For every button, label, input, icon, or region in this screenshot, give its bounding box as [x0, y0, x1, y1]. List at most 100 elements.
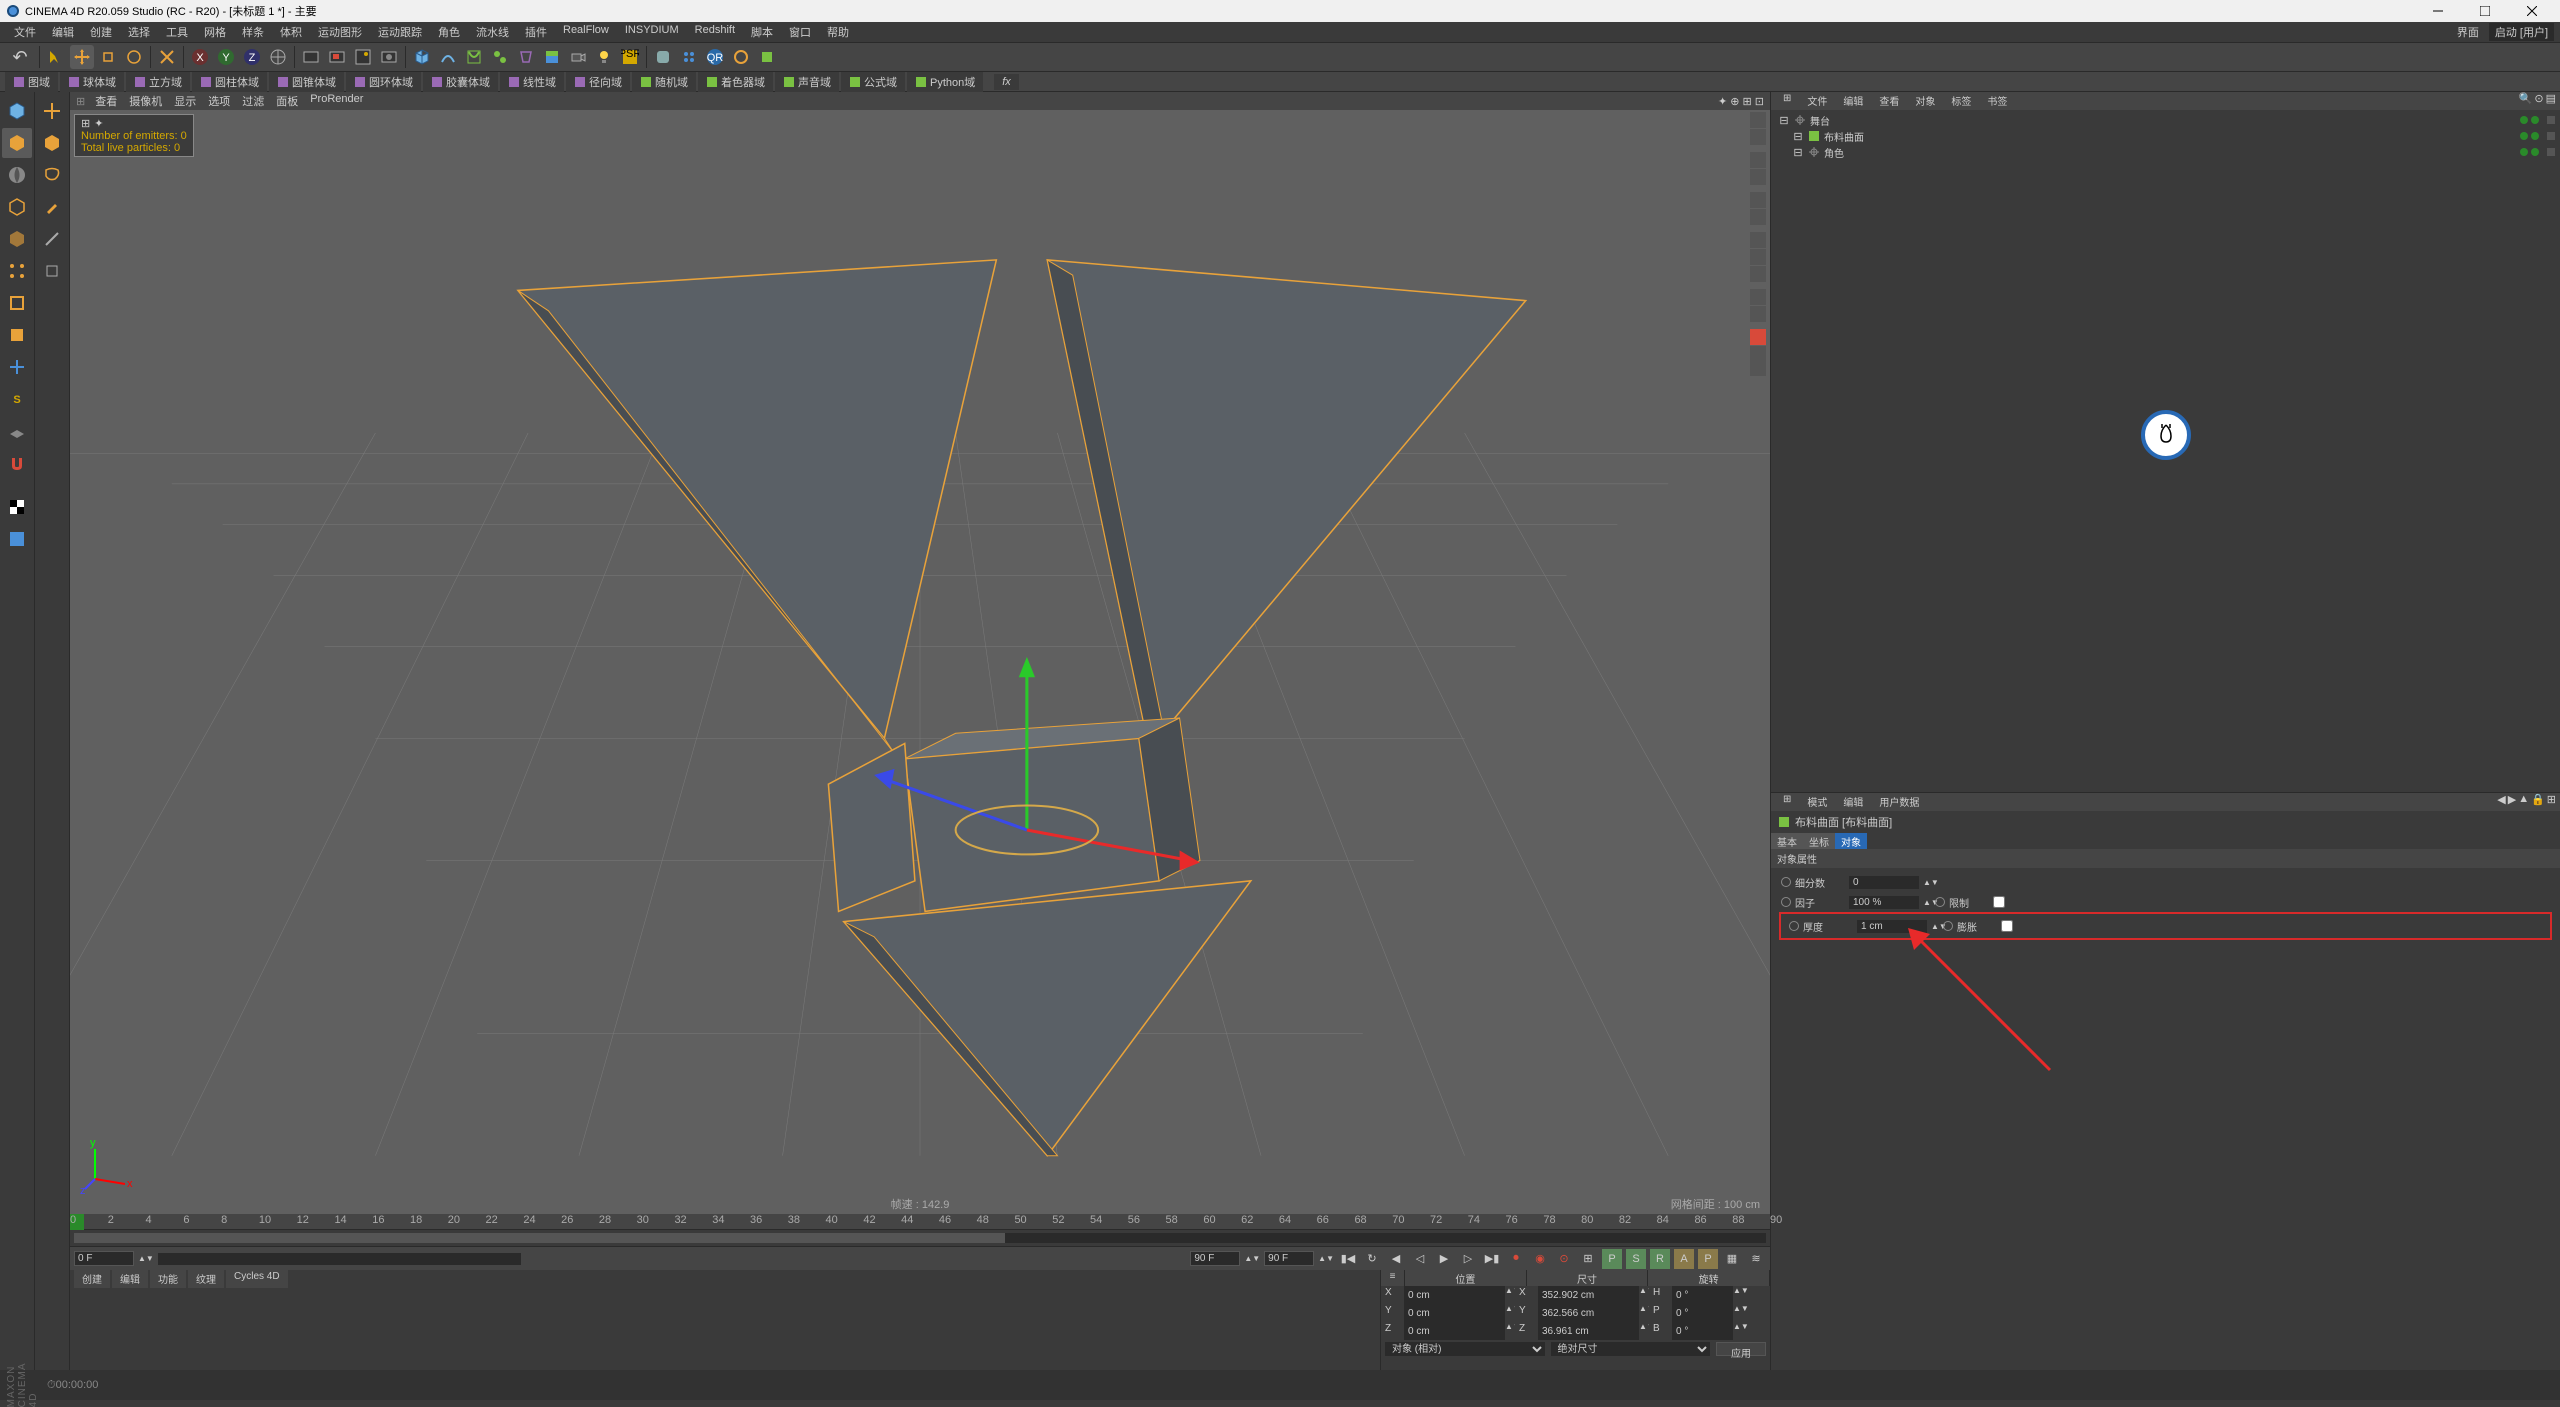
checker-button[interactable] [2, 492, 32, 522]
menu-18[interactable]: 帮助 [819, 22, 857, 42]
menu-1[interactable]: 编辑 [44, 22, 82, 42]
fx-button[interactable]: fx [994, 74, 1019, 90]
field-button-2[interactable]: 立方域 [126, 72, 190, 92]
attr-tab-0[interactable]: 模式 [1799, 793, 1835, 811]
material-tab-0[interactable]: 创建 [74, 1270, 110, 1288]
obj-layer-icon[interactable]: ▤ [2546, 92, 2556, 110]
attr-lock-icon[interactable]: 🔒 [2531, 793, 2545, 811]
viewport[interactable]: ⊞✦ Number of emitters: 0 Total live part… [70, 110, 1770, 1214]
vp-tool-11[interactable] [1750, 306, 1766, 322]
vp-tool-1[interactable] [1750, 112, 1766, 128]
vp-menu-6[interactable]: ProRender [304, 92, 369, 110]
keyframe-options-button[interactable]: ⊞ [1578, 1249, 1598, 1269]
render-picture-button[interactable] [351, 45, 375, 69]
tool-lasso-button[interactable] [37, 160, 67, 190]
workplane-button[interactable] [2, 416, 32, 446]
tool-knife-button[interactable] [37, 224, 67, 254]
field-button-3[interactable]: 圆柱体域 [192, 72, 267, 92]
goto-end-button[interactable]: ▶▮ [1482, 1249, 1502, 1269]
menu-13[interactable]: RealFlow [555, 22, 617, 42]
next-key-button[interactable]: ▷ [1458, 1249, 1478, 1269]
menu-0[interactable]: 文件 [6, 22, 44, 42]
null-button[interactable] [729, 45, 753, 69]
goto-start-button[interactable]: ▮◀ [1338, 1249, 1358, 1269]
menu-12[interactable]: 插件 [517, 22, 555, 42]
live-select-button[interactable] [44, 45, 68, 69]
menu-11[interactable]: 流水线 [468, 22, 517, 42]
point-mode-button[interactable] [2, 256, 32, 286]
attr-subtab-1[interactable]: 坐标 [1803, 833, 1835, 849]
coord-size-X[interactable] [1539, 1286, 1639, 1304]
attr-corner-icon[interactable]: ⊞ [1775, 793, 1799, 811]
loop-button[interactable]: ↻ [1362, 1249, 1382, 1269]
menu-8[interactable]: 运动图形 [310, 22, 370, 42]
obj-filter-icon[interactable]: ⊙ [2534, 92, 2543, 110]
attr-nav-fwd-icon[interactable]: ▶ [2508, 793, 2516, 811]
field-button-7[interactable]: 线性域 [500, 72, 564, 92]
dope-button[interactable]: ▦ [1722, 1249, 1742, 1269]
vp-tool-7[interactable] [1750, 232, 1766, 248]
menu-10[interactable]: 角色 [430, 22, 468, 42]
vp-tool-3[interactable] [1750, 152, 1766, 168]
tree-row-1[interactable]: ⊟布料曲面 [1773, 128, 2558, 144]
obj-tab-5[interactable]: 书签 [1979, 92, 2015, 110]
edge-mode-button[interactable] [2, 288, 32, 318]
attr-input-1[interactable] [1849, 896, 1919, 909]
obj-tab-4[interactable]: 标签 [1943, 92, 1979, 110]
axis-button[interactable] [2, 352, 32, 382]
render-settings-button[interactable] [377, 45, 401, 69]
prev-key-button[interactable]: ◀ [1386, 1249, 1406, 1269]
tool-extrude-button[interactable] [37, 256, 67, 286]
magnet-button[interactable] [2, 448, 32, 478]
attr-subtab-2[interactable]: 对象 [1835, 833, 1867, 849]
attr-tab-2[interactable]: 用户数据 [1871, 793, 1927, 811]
attr-subtab-0[interactable]: 基本 [1771, 833, 1803, 849]
vp-tool-9[interactable] [1750, 266, 1766, 282]
field-button-4[interactable]: 圆锥体域 [269, 72, 344, 92]
field-button-1[interactable]: 球体域 [60, 72, 124, 92]
camera-button[interactable] [566, 45, 590, 69]
coord-mode-select[interactable]: 对象 (相对) [1385, 1342, 1545, 1356]
minimize-button[interactable] [2415, 0, 2460, 22]
maximize-button[interactable] [2462, 0, 2507, 22]
move-button[interactable] [70, 45, 94, 69]
attr-check-1[interactable] [1993, 896, 2005, 908]
coord-pos-X[interactable] [1405, 1286, 1505, 1304]
viewport-solo-button[interactable] [2, 524, 32, 554]
start-frame-input[interactable] [74, 1251, 134, 1266]
qr-button[interactable]: QR [703, 45, 727, 69]
tool-move-button[interactable] [37, 96, 67, 126]
attr-tab-1[interactable]: 编辑 [1835, 793, 1871, 811]
attr-new-icon[interactable]: ⊞ [2547, 793, 2556, 811]
plugin-button[interactable] [755, 45, 779, 69]
obj-corner-icon[interactable]: ⊞ [1775, 92, 1799, 110]
light-button[interactable] [592, 45, 616, 69]
vp-menu-2[interactable]: 显示 [168, 92, 202, 110]
environment-button[interactable] [540, 45, 564, 69]
vp-menu-4[interactable]: 过滤 [236, 92, 270, 110]
coord-rot-Y[interactable] [1673, 1304, 1733, 1322]
key-a-button[interactable]: A [1674, 1249, 1694, 1269]
viewport-config-icon[interactable]: ✦ ⊕ ⊞ ⊡ [1718, 95, 1764, 108]
material-tab-1[interactable]: 编辑 [112, 1270, 148, 1288]
menu-7[interactable]: 体积 [272, 22, 310, 42]
key-r-button[interactable]: R [1650, 1249, 1670, 1269]
field-button-10[interactable]: 着色器域 [698, 72, 773, 92]
vp-tool-13[interactable] [1750, 346, 1766, 376]
vp-menu-1[interactable]: 摄像机 [123, 92, 168, 110]
volume-button[interactable] [651, 45, 675, 69]
end-frame-input[interactable] [1264, 1251, 1314, 1266]
render-view-button[interactable] [299, 45, 323, 69]
recent-tool-button[interactable] [155, 45, 179, 69]
key-param-button[interactable]: P [1698, 1249, 1718, 1269]
object-tree[interactable]: ⊟舞台⊟布料曲面⊟角色 [1771, 110, 2560, 792]
tool-select-button[interactable] [37, 128, 67, 158]
key-s-button[interactable]: S [1626, 1249, 1646, 1269]
animation-mode-button[interactable] [2, 224, 32, 254]
layout-dropdown[interactable]: 启动 [用户] [2489, 23, 2554, 41]
y-axis-button[interactable]: Y [214, 45, 238, 69]
attr-input-0[interactable] [1849, 876, 1919, 889]
tree-row-2[interactable]: ⊟角色 [1773, 144, 2558, 160]
material-tab-2[interactable]: 功能 [150, 1270, 186, 1288]
render-region-button[interactable] [325, 45, 349, 69]
